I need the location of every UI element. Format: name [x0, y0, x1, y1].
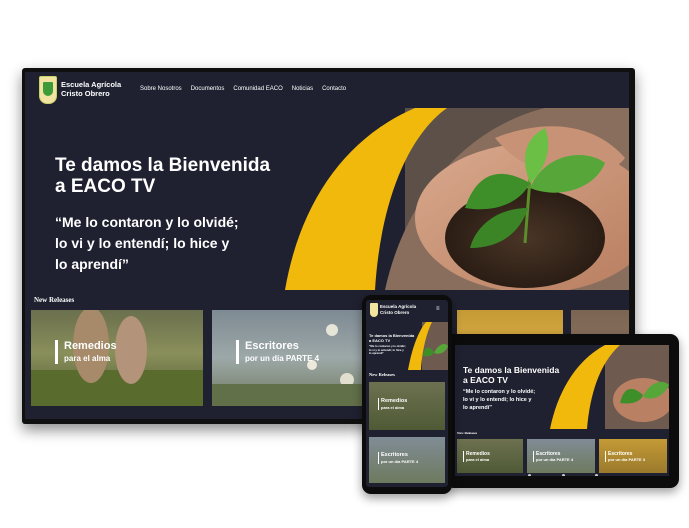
tablet-quote-line-2: lo vi y lo entendí; lo hice y	[463, 397, 532, 403]
nav-item-noticias[interactable]: Noticias	[292, 86, 313, 92]
phone-card-subtitle: por un día PARTE 4	[381, 458, 419, 464]
card-label: Escritores por un día PARTE 4	[236, 340, 319, 364]
hero-quote-line-3: lo aprendí”	[55, 256, 129, 272]
navbar: Escuela Agrícola Cristo Obrero Sobre Nos…	[25, 72, 629, 108]
tablet-section-title: New Releases	[457, 431, 478, 435]
carousel-dot[interactable]	[595, 474, 598, 476]
hero-title-line-1: Te damos la Bienvenida	[55, 155, 271, 176]
hero-banner: Te damos la Bienvenida a EACO TV “Me lo …	[25, 108, 629, 290]
phone-brand[interactable]: Escuela Agrícola Cristo Obrero	[380, 304, 416, 315]
hero-quote-line-2: lo vi y lo entendí; lo hice y	[55, 235, 230, 251]
hero-quote-line-1: “Me lo contaron y lo olvidé;	[55, 214, 239, 230]
card-subtitle: por un día PARTE 4	[245, 354, 320, 363]
brand-name[interactable]: Escuela Agrícola Cristo Obrero	[61, 80, 121, 98]
phone-brand-line-1: Escuela Agrícola	[380, 304, 417, 309]
tablet-card-subtitle: por un día PARTE 4	[536, 457, 574, 462]
hero-title: Te damos la Bienvenida a EACO TV	[55, 155, 335, 197]
phone-logo[interactable]	[370, 303, 378, 317]
tablet-screen: Te damos la Bienvenida a EACO TV “Me lo …	[455, 345, 669, 476]
phone-card-subtitle: para el alma	[381, 404, 405, 410]
tablet-card-label: Escritores por un día PARTE 3	[605, 451, 645, 462]
nav-item-documentos[interactable]: Documentos	[191, 86, 225, 92]
tablet-hero-quote: “Me lo contaron y lo olvidé; lo vi y lo …	[463, 388, 535, 412]
phone-hero-quote: “Me lo contaron y lo olvidé; lo vi y lo …	[369, 344, 415, 356]
nav-item-comunidad[interactable]: Comunidad EACO	[233, 86, 282, 92]
nav-item-sobre-nosotros[interactable]: Sobre Nosotros	[140, 86, 182, 92]
brand-line-2: Cristo Obrero	[61, 89, 110, 98]
tablet-mockup: Te damos la Bienvenida a EACO TV “Me lo …	[445, 334, 679, 488]
tablet-hero-artwork	[550, 345, 669, 429]
card-remedios[interactable]: Remedios para el alma	[31, 310, 203, 406]
phone-hero-title-line-2: a EACO TV	[369, 337, 391, 343]
brand-line-1: Escuela Agrícola	[61, 80, 122, 89]
carousel-dot[interactable]	[528, 474, 531, 476]
hamburger-menu-icon[interactable]: ≡	[436, 306, 440, 312]
card-subtitle: para el alma	[64, 354, 111, 363]
phone-screen: Escuela Agrícola Cristo Obrero ≡ Te damo…	[366, 300, 448, 487]
hero-quote: “Me lo contaron y lo olvidé; lo vi y lo …	[55, 212, 295, 275]
phone-card-escritores-4[interactable]: Escritores por un día PARTE 4	[369, 437, 445, 483]
nav-menu: Sobre Nosotros Documentos Comunidad EACO…	[140, 86, 346, 92]
card-title: Remedios	[64, 340, 117, 352]
phone-navbar: Escuela Agrícola Cristo Obrero ≡	[366, 300, 448, 322]
tablet-quote-line-1: “Me lo contaron y lo olvidé;	[463, 389, 536, 395]
tablet-card-escritores-4[interactable]: Escritores por un día PARTE 4	[527, 439, 595, 473]
phone-card-label: Escritores por un día PARTE 4	[378, 452, 418, 464]
phone-quote-line-3: lo aprendí”	[369, 351, 384, 355]
phone-mockup: Escuela Agrícola Cristo Obrero ≡ Te damo…	[362, 295, 452, 494]
card-escritores-4[interactable]: Escritores por un día PARTE 4	[212, 310, 362, 406]
tablet-hero-title: Te damos la Bienvenida a EACO TV	[463, 365, 559, 385]
phone-card-label: Remedios para el alma	[378, 398, 407, 410]
carousel-dot[interactable]	[561, 474, 565, 476]
tablet-card-subtitle: por un día PARTE 3	[608, 457, 646, 462]
section-title: New Releases	[34, 296, 75, 304]
tablet-carousel-dots	[528, 474, 598, 476]
hero-title-line-2: a EACO TV	[55, 176, 156, 197]
card-title: Escritores	[245, 340, 299, 352]
tablet-hero-title-line-2: a EACO TV	[463, 375, 508, 385]
phone-brand-line-2: Cristo Obrero	[380, 309, 410, 315]
card-label: Remedios para el alma	[55, 340, 117, 364]
phone-section-title: New Releases	[369, 372, 395, 377]
nav-item-contacto[interactable]: Contacto	[322, 86, 346, 92]
tablet-card-remedios[interactable]: Remedios para el alma	[457, 439, 523, 473]
tablet-quote-line-3: lo aprendí”	[463, 405, 493, 411]
tablet-card-escritores-3[interactable]: Escritores por un día PARTE 3	[599, 439, 667, 473]
phone-card-title: Remedios	[381, 398, 408, 404]
phone-hero-title: Te damos la Bienvenida a EACO TV	[369, 333, 415, 343]
phone-card-remedios[interactable]: Remedios para el alma	[369, 382, 445, 430]
school-logo[interactable]	[39, 76, 57, 104]
tablet-hero-title-line-1: Te damos la Bienvenida	[463, 365, 560, 375]
tablet-card-label: Remedios para el alma	[463, 451, 490, 462]
tablet-card-label: Escritores por un día PARTE 4	[533, 451, 573, 462]
tablet-card-subtitle: para el alma	[466, 457, 490, 462]
